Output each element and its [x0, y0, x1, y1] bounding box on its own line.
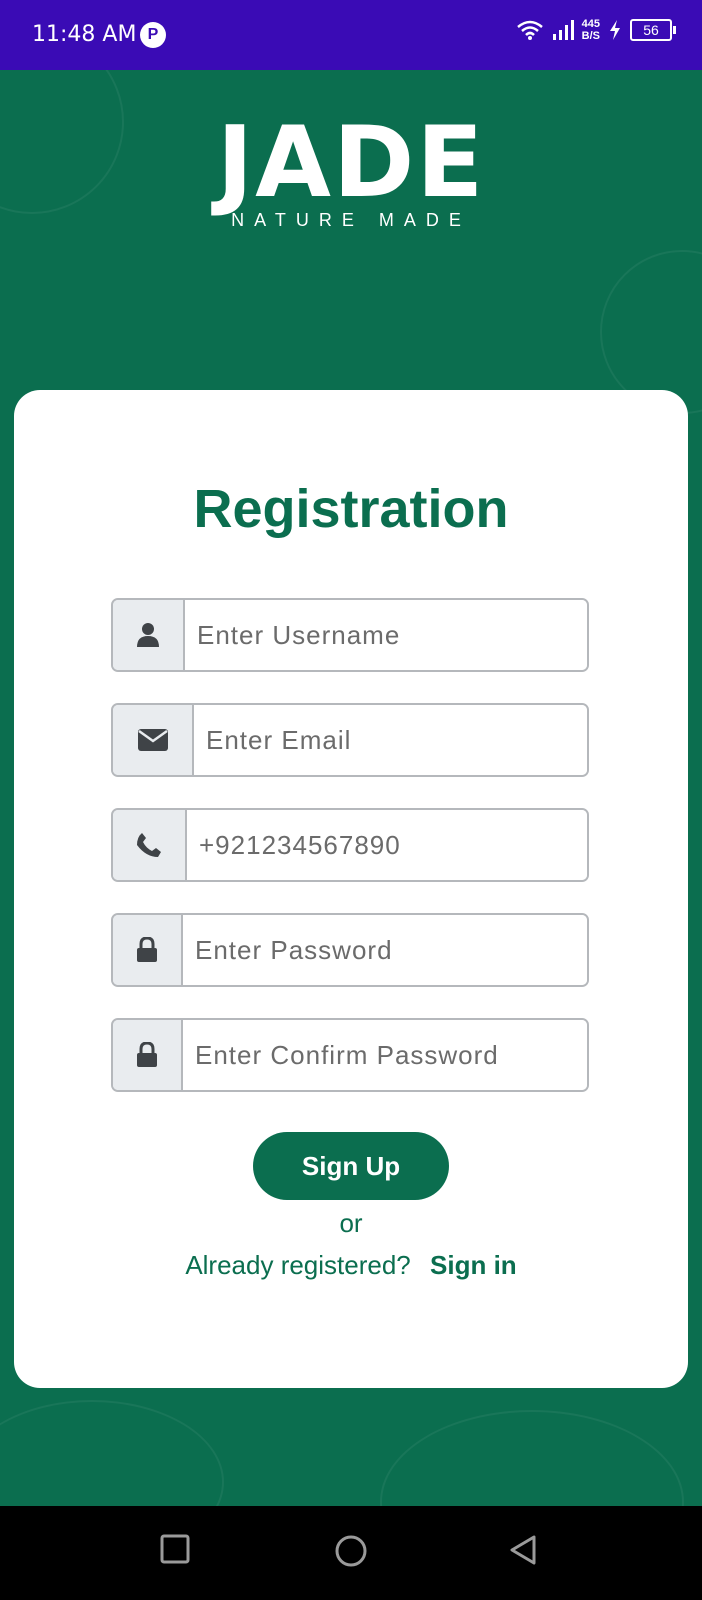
- registration-card: Registration Enter Username Enter Email …: [14, 390, 688, 1388]
- navigation-bar: [0, 1506, 702, 1600]
- email-field: [111, 703, 589, 777]
- already-registered-text: Already registered?: [185, 1250, 411, 1280]
- password-field: [111, 913, 589, 987]
- confirm-password-input[interactable]: [183, 1020, 587, 1090]
- phone-input[interactable]: [187, 810, 587, 880]
- logo-tagline: NATURE MADE: [231, 210, 471, 230]
- status-indicators: 445 B/S 56: [516, 18, 676, 42]
- status-time: 11:48 AM: [32, 22, 137, 47]
- username-field: [111, 598, 589, 672]
- network-speed: 445 B/S: [581, 18, 600, 42]
- or-separator: or: [339, 1208, 363, 1238]
- email-input[interactable]: [194, 705, 587, 775]
- wifi-icon: [516, 20, 543, 40]
- logo-wordmark: JADE: [216, 106, 486, 220]
- signup-button[interactable]: Sign Up: [253, 1132, 449, 1200]
- decorative-flower: [380, 1410, 684, 1506]
- phone-field: [111, 808, 589, 882]
- recent-apps-icon[interactable]: [160, 1534, 190, 1564]
- signin-link[interactable]: Sign in: [430, 1250, 517, 1280]
- logo: JADE NATURE MADE: [0, 106, 702, 231]
- phone-icon: [113, 810, 187, 880]
- battery-indicator: 56: [630, 19, 676, 41]
- home-icon[interactable]: [334, 1534, 368, 1568]
- lock-icon: [113, 1020, 183, 1090]
- app-notification-icon: P: [140, 22, 166, 48]
- lock-icon: [113, 915, 183, 985]
- envelope-icon: [113, 705, 194, 775]
- back-icon[interactable]: [508, 1534, 538, 1566]
- signin-prompt: Already registered? Sign in: [14, 1250, 688, 1281]
- signal-icon: [552, 20, 574, 40]
- charging-icon: [610, 20, 620, 40]
- page-title: Registration: [193, 479, 509, 539]
- status-bar: 11:48 AM P 445 B/S 56: [0, 0, 702, 70]
- decorative-leaf: [0, 1400, 224, 1506]
- username-input[interactable]: [185, 600, 587, 670]
- confirm-password-field: [111, 1018, 589, 1092]
- user-icon: [113, 600, 185, 670]
- password-input[interactable]: [183, 915, 587, 985]
